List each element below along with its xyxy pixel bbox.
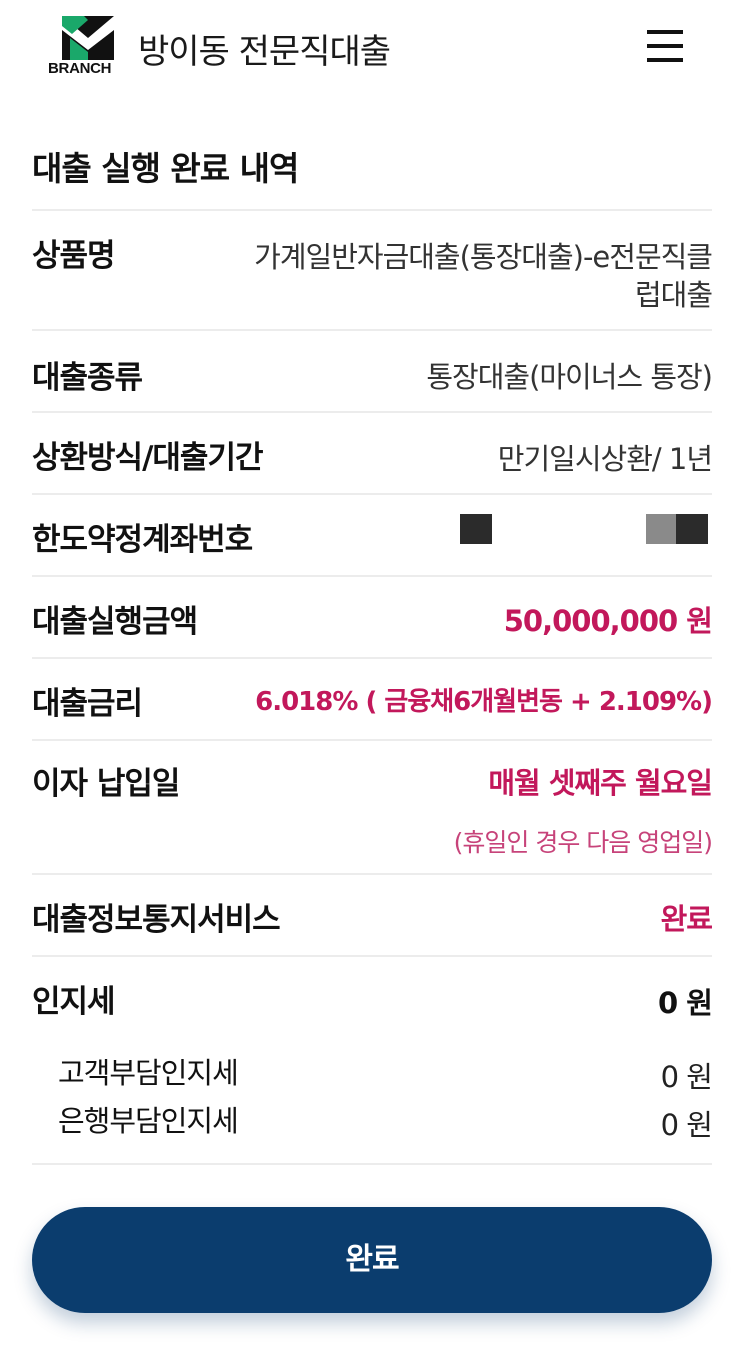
hamburger-menu-icon[interactable] xyxy=(645,28,685,64)
logo-mark-icon xyxy=(62,16,114,60)
repayment-value: 만기일시상환/ 1년 xyxy=(497,442,713,476)
divider xyxy=(32,873,712,875)
interest-date-label: 이자 납입일 xyxy=(32,766,180,802)
bank-stamp-tax-label: 은행부담인지세 xyxy=(58,1104,239,1138)
stamp-tax-label: 인지세 xyxy=(32,984,116,1020)
divider xyxy=(32,575,712,577)
interest-date-note: (휴일인 경우 다음 영업일) xyxy=(453,828,713,857)
divider xyxy=(32,739,712,741)
branch-logo: BRANCH xyxy=(48,16,128,78)
rate-value: 6.018% ( 금융채6개월변동 + 2.109%) xyxy=(255,687,713,717)
notification-value: 완료 xyxy=(660,902,713,936)
complete-button[interactable]: 완료 xyxy=(32,1207,712,1313)
loan-type-value: 통장대출(마이너스 통장) xyxy=(426,360,713,394)
divider xyxy=(32,955,712,957)
divider xyxy=(32,209,712,211)
divider xyxy=(32,493,712,495)
masked-block-icon xyxy=(460,514,492,544)
logo-text: BRANCH xyxy=(48,60,112,77)
stamp-tax-value: 0 원 xyxy=(658,986,713,1020)
page-title: 대출 실행 완료 내역 xyxy=(32,149,299,188)
account-label: 한도약정계좌번호 xyxy=(32,522,253,558)
notification-label: 대출정보통지서비스 xyxy=(32,902,281,938)
app-header: BRANCH 방이동 전문직대출 xyxy=(0,0,743,100)
interest-date-value: 매월 셋째주 월요일 xyxy=(488,766,713,800)
divider xyxy=(32,329,712,331)
divider xyxy=(32,1163,712,1165)
branch-name: 방이동 전문직대출 xyxy=(138,32,391,72)
repayment-label: 상환방식/대출기간 xyxy=(32,440,263,476)
masked-block-icon xyxy=(646,514,676,544)
product-value-line2: 럽대출 xyxy=(634,278,713,312)
product-value-line1: 가계일반자금대출(통장대출)-e전문직클 xyxy=(254,240,713,274)
customer-stamp-tax-value: 0 원 xyxy=(660,1060,713,1094)
loan-type-label: 대출종류 xyxy=(32,360,143,396)
amount-label: 대출실행금액 xyxy=(32,604,198,640)
divider xyxy=(32,411,712,413)
masked-block-icon xyxy=(676,514,708,544)
amount-value: 50,000,000 원 xyxy=(503,604,713,638)
bank-stamp-tax-value: 0 원 xyxy=(660,1108,713,1142)
customer-stamp-tax-label: 고객부담인지세 xyxy=(58,1056,239,1090)
rate-label: 대출금리 xyxy=(32,686,143,722)
product-label: 상품명 xyxy=(32,238,116,274)
divider xyxy=(32,657,712,659)
